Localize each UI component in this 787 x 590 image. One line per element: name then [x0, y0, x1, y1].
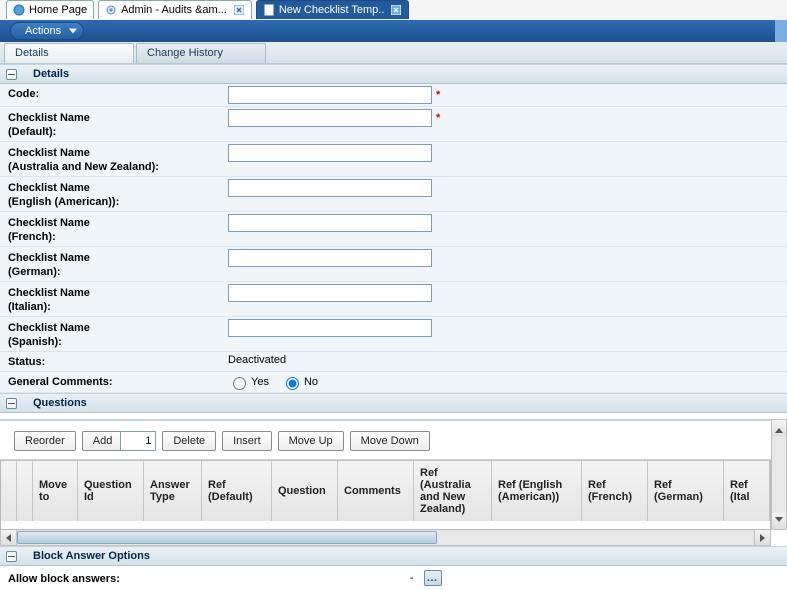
- scroll-thumb[interactable]: [17, 531, 437, 544]
- col-move-to[interactable]: Move to: [33, 460, 78, 521]
- moveup-button[interactable]: Move Up: [278, 431, 344, 451]
- insert-button[interactable]: Insert: [222, 431, 272, 451]
- section-header-questions: Questions: [0, 393, 787, 413]
- required-marker: *: [436, 89, 440, 101]
- close-icon[interactable]: [390, 4, 402, 16]
- questions-vscrollbar[interactable]: [771, 419, 787, 530]
- block-answer-row: Allow block answers: - …: [0, 566, 787, 590]
- close-icon[interactable]: [233, 4, 245, 16]
- add-count-input[interactable]: [120, 431, 156, 451]
- label-code: Code:: [8, 86, 228, 100]
- document-icon: [263, 4, 275, 16]
- scroll-left-button[interactable]: [1, 530, 17, 545]
- tab-admin-audits[interactable]: Admin - Audits &am...: [98, 0, 252, 19]
- subtab-strip: Details Change History: [0, 42, 787, 64]
- label-allow-block-answers: Allow block answers:: [8, 571, 120, 585]
- questions-table: Move to Question Id Answer Type Ref (Def…: [0, 460, 771, 530]
- label-name-it: Checklist Name(Italian):: [8, 284, 228, 314]
- label-status: Status:: [8, 354, 228, 368]
- chevron-up-icon: [775, 424, 783, 433]
- general-comments-radio-group: Yes No: [228, 374, 328, 390]
- name-de-input[interactable]: [228, 249, 432, 267]
- name-anz-input[interactable]: [228, 144, 432, 162]
- status-value: Deactivated: [228, 354, 286, 366]
- questions-header-row: Move to Question Id Answer Type Ref (Def…: [1, 460, 770, 521]
- chevron-left-icon: [6, 534, 11, 542]
- yes-label: Yes: [251, 376, 269, 388]
- name-fr-input[interactable]: [228, 214, 432, 232]
- tab-label: New Checklist Temp..: [279, 4, 385, 16]
- chevron-down-icon: [69, 29, 77, 34]
- movedown-button[interactable]: Move Down: [350, 431, 430, 451]
- window-tabstrip: Home Page Admin - Audits &am... New Chec…: [0, 0, 787, 20]
- actions-label: Actions: [25, 25, 61, 37]
- col-ref-fr[interactable]: Ref (French): [582, 460, 648, 521]
- col-question[interactable]: Question: [272, 460, 338, 521]
- actionbar-edge: [775, 20, 787, 42]
- section-title: Block Answer Options: [33, 550, 150, 562]
- col-ref-default[interactable]: Ref (Default): [202, 460, 272, 521]
- label-name-fr: Checklist Name(French):: [8, 214, 228, 244]
- collapse-icon[interactable]: [6, 551, 17, 562]
- ellipsis-icon: …: [427, 572, 439, 584]
- questions-body: [1, 521, 770, 529]
- details-form: Code: * Checklist Name(Default): * Check…: [0, 84, 787, 393]
- collapse-icon[interactable]: [6, 398, 17, 409]
- col-answer-type[interactable]: Answer Type: [144, 460, 202, 521]
- reorder-button[interactable]: Reorder: [14, 431, 76, 451]
- questions-hscrollbar[interactable]: [0, 530, 771, 546]
- label-name-de: Checklist Name(German):: [8, 249, 228, 279]
- delete-button[interactable]: Delete: [162, 431, 216, 451]
- scroll-track[interactable]: [17, 530, 754, 545]
- block-answer-value: -: [410, 572, 414, 584]
- col-ref-de[interactable]: Ref (German): [648, 460, 724, 521]
- actions-menu-button[interactable]: Actions: [10, 22, 84, 40]
- scroll-down-button[interactable]: [772, 513, 786, 529]
- col-ref-enus[interactable]: Ref (English (American)): [492, 460, 582, 521]
- general-comments-no-radio[interactable]: [286, 377, 299, 390]
- section-title: Details: [33, 68, 69, 80]
- add-button[interactable]: Add: [82, 431, 124, 451]
- questions-panel: Reorder Add Delete Insert Move Up Move D…: [0, 419, 787, 546]
- globe-icon: [13, 4, 25, 16]
- collapse-icon[interactable]: [6, 69, 17, 80]
- scroll-track[interactable]: [772, 436, 786, 513]
- name-it-input[interactable]: [228, 284, 432, 302]
- section-header-details: Details: [0, 64, 787, 84]
- col-ref-anz[interactable]: Ref (Australia and New Zealand): [414, 460, 492, 521]
- no-label: No: [304, 376, 318, 388]
- col-blank1[interactable]: [1, 460, 17, 521]
- col-ref-it[interactable]: Ref (Ital: [724, 460, 770, 521]
- section-title: Questions: [33, 397, 87, 409]
- name-default-input[interactable]: [228, 109, 432, 127]
- scroll-right-button[interactable]: [754, 530, 770, 545]
- action-bar: Actions: [0, 20, 787, 42]
- scroll-up-button[interactable]: [772, 420, 786, 436]
- tab-home[interactable]: Home Page: [6, 0, 94, 19]
- section-header-block-answer-options: Block Answer Options: [0, 546, 787, 566]
- code-input[interactable]: [228, 86, 432, 104]
- label-name-es: Checklist Name(Spanish):: [8, 319, 228, 349]
- subtab-details[interactable]: Details: [4, 43, 134, 63]
- label-name-anz: Checklist Name(Australia and New Zealand…: [8, 144, 228, 174]
- chevron-right-icon: [760, 534, 765, 542]
- tab-new-checklist-template[interactable]: New Checklist Temp..: [256, 0, 410, 19]
- chevron-down-icon: [775, 517, 783, 526]
- label-name-enus: Checklist Name(English (American)):: [8, 179, 228, 209]
- general-comments-yes-radio[interactable]: [233, 377, 246, 390]
- col-blank2[interactable]: [17, 460, 33, 521]
- name-enus-input[interactable]: [228, 179, 432, 197]
- subtab-change-history[interactable]: Change History: [136, 43, 266, 63]
- col-question-id[interactable]: Question Id: [78, 460, 144, 521]
- questions-toolbar: Reorder Add Delete Insert Move Up Move D…: [0, 419, 771, 460]
- required-marker: *: [436, 112, 440, 124]
- gear-icon: [105, 4, 117, 16]
- tab-label: Home Page: [29, 4, 87, 16]
- name-es-input[interactable]: [228, 319, 432, 337]
- label-general-comments: General Comments:: [8, 374, 228, 388]
- block-answer-picker-button[interactable]: …: [424, 570, 442, 586]
- col-comments[interactable]: Comments: [338, 460, 414, 521]
- label-name-default: Checklist Name(Default):: [8, 109, 228, 139]
- tab-label: Admin - Audits &am...: [121, 4, 227, 16]
